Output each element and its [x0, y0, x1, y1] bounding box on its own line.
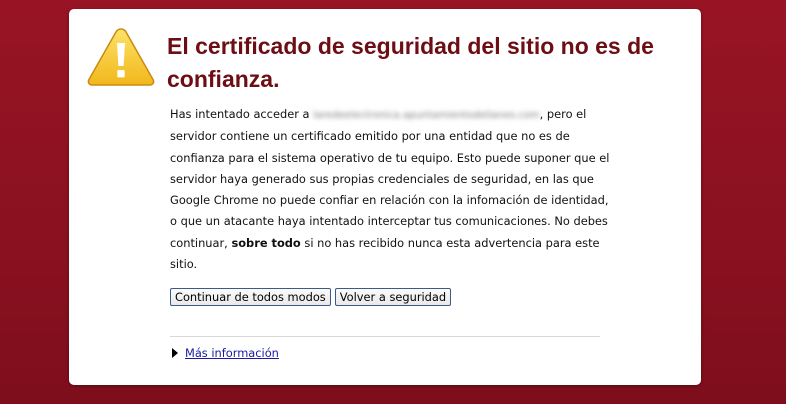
expand-arrow-icon: [172, 348, 178, 358]
description-intro: Has intentado acceder a: [170, 107, 310, 121]
more-info-toggle[interactable]: Más información: [172, 346, 279, 360]
description-emphasis: sobre todo: [231, 235, 301, 250]
warning-description: Has intentado acceder a laredeelectronic…: [170, 104, 612, 275]
description-part1: , pero el servidor contiene un certifica…: [170, 107, 610, 250]
page-title: El certificado de seguridad del sitio no…: [167, 33, 654, 92]
ssl-warning-card: El certificado de seguridad del sitio no…: [69, 9, 701, 385]
action-buttons: Continuar de todos modos Volver a seguri…: [170, 288, 452, 306]
divider: [170, 336, 600, 337]
proceed-anyway-button[interactable]: Continuar de todos modos: [170, 288, 331, 306]
blurred-hostname: laredeelectronica.apuntamientodelianes.c…: [313, 110, 540, 121]
warning-triangle-icon: [87, 28, 155, 86]
more-info-link[interactable]: Más información: [185, 346, 279, 360]
back-to-safety-button[interactable]: Volver a seguridad: [334, 288, 452, 306]
